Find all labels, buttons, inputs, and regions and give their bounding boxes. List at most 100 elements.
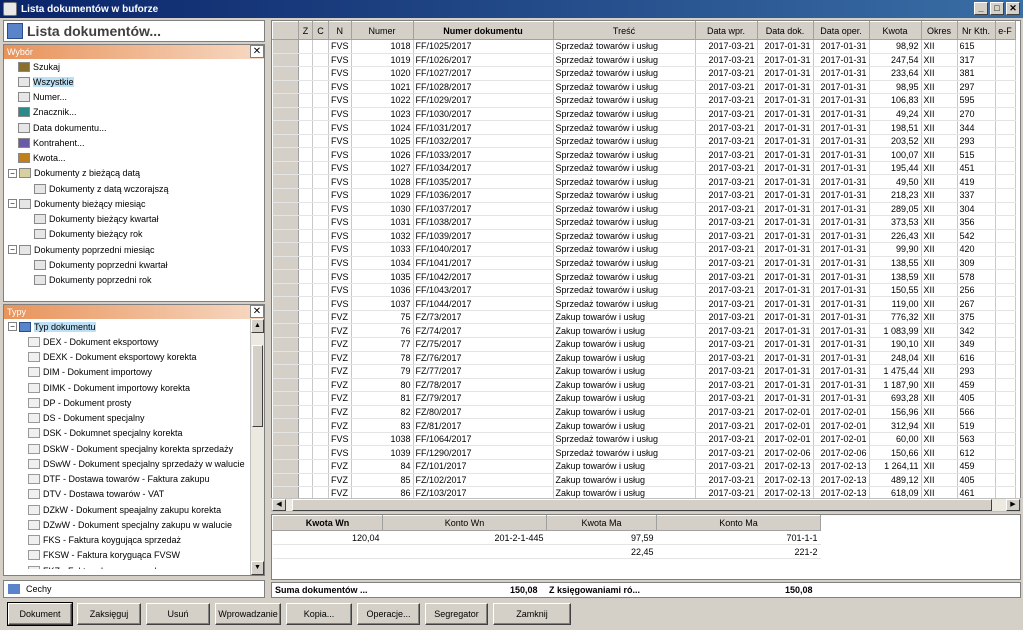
flag-cell[interactable] [298,107,313,122]
collapse-icon[interactable]: − [8,322,17,332]
scroll-up-icon[interactable]: ▲ [251,319,264,333]
flag-cell[interactable] [312,310,329,325]
typy-item[interactable]: DZwW - Dokument specjalny zakupu w waluc… [4,517,264,532]
row-indicator[interactable] [272,120,299,135]
table-row[interactable]: FVS 1021 FF/1028/2017 Sprzedaż towarów i us… [272,80,1016,95]
row-indicator[interactable] [272,229,299,244]
button-zamknij[interactable]: Zamknij [493,603,571,625]
account-row[interactable]: 22,45 221-2 [272,544,821,559]
flag-cell[interactable] [298,242,313,257]
flag-cell[interactable] [312,229,329,244]
wybor-item[interactable]: Kwota... [4,151,264,166]
column-header[interactable]: Data oper. [812,21,870,40]
row-indicator[interactable] [272,337,299,352]
table-row[interactable]: FVS 1031 FF/1038/2017 Sprzedaż towarów i us… [272,215,1016,230]
column-header[interactable]: e-F [994,21,1016,40]
flag-cell[interactable] [298,147,313,162]
flag-cell[interactable] [312,93,329,108]
flag-cell[interactable] [298,269,313,284]
wybor-item[interactable]: Dokumenty bieżący rok [4,227,264,242]
typy-item[interactable]: DP - Dokument prosty [4,395,264,410]
flag-cell[interactable] [298,473,313,488]
typy-root-item[interactable]: − Typ dokumentu [4,319,264,334]
table-row[interactable]: FVZ 77 FZ/75/2017 Zakup towarów i usług 2017… [272,337,1016,352]
table-row[interactable]: FVS 1024 FF/1031/2017 Sprzedaż towarów i us… [272,120,1016,135]
table-row[interactable]: FVS 1022 FF/1029/2017 Sprzedaż towarów i us… [272,93,1016,108]
table-row[interactable]: FVS 1018 FF/1025/2017 Sprzedaż towarów i us… [272,39,1016,54]
column-header[interactable]: Treść [552,21,696,40]
flag-cell[interactable] [312,53,329,68]
flag-cell[interactable] [312,161,329,176]
column-header[interactable]: Data dok. [756,21,814,40]
typy-item[interactable]: DZkW - Dokument speajalny zakupu korekta [4,502,264,517]
typy-item[interactable]: DSK - Dokumnet specjalny korekta [4,426,264,441]
button-wprowadzanie[interactable]: Wprowadzanie [215,603,281,625]
wybor-item[interactable]: − Dokumenty poprzedni miesiąc [4,242,264,257]
scroll-thumb[interactable] [252,345,263,427]
table-row[interactable]: FVS 1037 FF/1044/2017 Sprzedaż towarów i us… [272,296,1016,311]
collapse-icon[interactable]: − [8,168,17,178]
collapse-icon[interactable]: − [8,245,17,255]
wybor-item[interactable]: − Dokumenty bieżący miesiąc [4,196,264,211]
row-indicator[interactable] [272,53,299,68]
flag-cell[interactable] [298,432,313,447]
flag-cell[interactable] [312,269,329,284]
wybor-item[interactable]: Szukaj [4,59,264,74]
row-indicator[interactable] [272,310,299,325]
flag-cell[interactable] [312,459,329,474]
flag-cell[interactable] [298,93,313,108]
minimize-button[interactable]: _ [974,2,988,15]
column-header[interactable]: Z [298,21,313,40]
row-indicator[interactable] [272,323,299,339]
account-column-header[interactable]: Kwota Wn [272,515,383,531]
row-indicator[interactable] [272,283,299,298]
table-row[interactable]: FVS 1025 FF/1032/2017 Sprzedaż towarów i us… [272,134,1016,149]
wybor-close-icon[interactable]: ✕ [250,45,264,58]
row-indicator[interactable] [272,473,299,488]
flag-cell[interactable] [312,323,329,339]
column-header[interactable]: N [328,21,352,40]
wybor-item[interactable]: Dokumenty z datą wczorajszą [4,181,264,196]
flag-cell[interactable] [298,161,313,176]
row-indicator[interactable] [272,378,299,393]
scroll-right-icon[interactable]: ▶ [1006,499,1020,511]
column-header[interactable]: Numer dokumentu [412,21,554,40]
typy-item[interactable]: DS - Dokument specjalny [4,411,264,426]
typy-item[interactable]: FKSW - Faktura koryguąca FVSW [4,548,264,563]
row-indicator[interactable] [272,174,299,189]
typy-item[interactable]: DEXK - Dokument eksportowy korekta [4,350,264,365]
wybor-item[interactable]: Dokumenty bieżący kwartał [4,212,264,227]
flag-cell[interactable] [298,459,313,474]
scroll-thumb[interactable] [292,499,992,511]
scroll-left-icon[interactable]: ◀ [272,499,286,511]
row-indicator[interactable] [272,391,299,406]
account-column-header[interactable]: Kwota Ma [546,515,657,531]
wybor-item[interactable]: Znacznik... [4,105,264,120]
account-column-header[interactable]: Konto Ma [656,515,821,531]
flag-cell[interactable] [298,80,313,95]
flag-cell[interactable] [312,80,329,95]
table-row[interactable]: FVS 1035 FF/1042/2017 Sprzedaż towarów i us… [272,269,1016,284]
collapse-icon[interactable]: − [8,199,17,209]
table-row[interactable]: FVS 1019 FF/1026/2017 Sprzedaż towarów i us… [272,53,1016,68]
flag-cell[interactable] [298,215,313,230]
table-row[interactable]: FVS 1033 FF/1040/2017 Sprzedaż towarów i us… [272,242,1016,257]
wybor-item[interactable]: Data dokumentu... [4,120,264,135]
flag-cell[interactable] [298,337,313,352]
column-header[interactable]: C [312,21,329,40]
table-row[interactable]: FVS 1032 FF/1039/2017 Sprzedaż towarów i us… [272,229,1016,244]
row-indicator[interactable] [272,80,299,95]
typy-item[interactable]: DTF - Dostawa towarów - Faktura zakupu [4,472,264,487]
flag-cell[interactable] [312,202,329,217]
table-row[interactable]: FVZ 84 FZ/101/2017 Zakup towarów i usług 201… [272,459,1016,474]
row-indicator[interactable] [272,107,299,122]
flag-cell[interactable] [312,378,329,393]
row-indicator[interactable] [272,445,299,460]
flag-cell[interactable] [312,405,329,420]
table-row[interactable]: FVS 1023 FF/1030/2017 Sprzedaż towarów i us… [272,107,1016,122]
account-row[interactable]: 120,04 201-2-1-445 97,59 701-1-1 [272,530,821,545]
flag-cell[interactable] [312,364,329,379]
row-indicator[interactable] [272,134,299,149]
row-indicator[interactable] [272,296,299,311]
account-column-header[interactable]: Konto Wn [382,515,547,531]
